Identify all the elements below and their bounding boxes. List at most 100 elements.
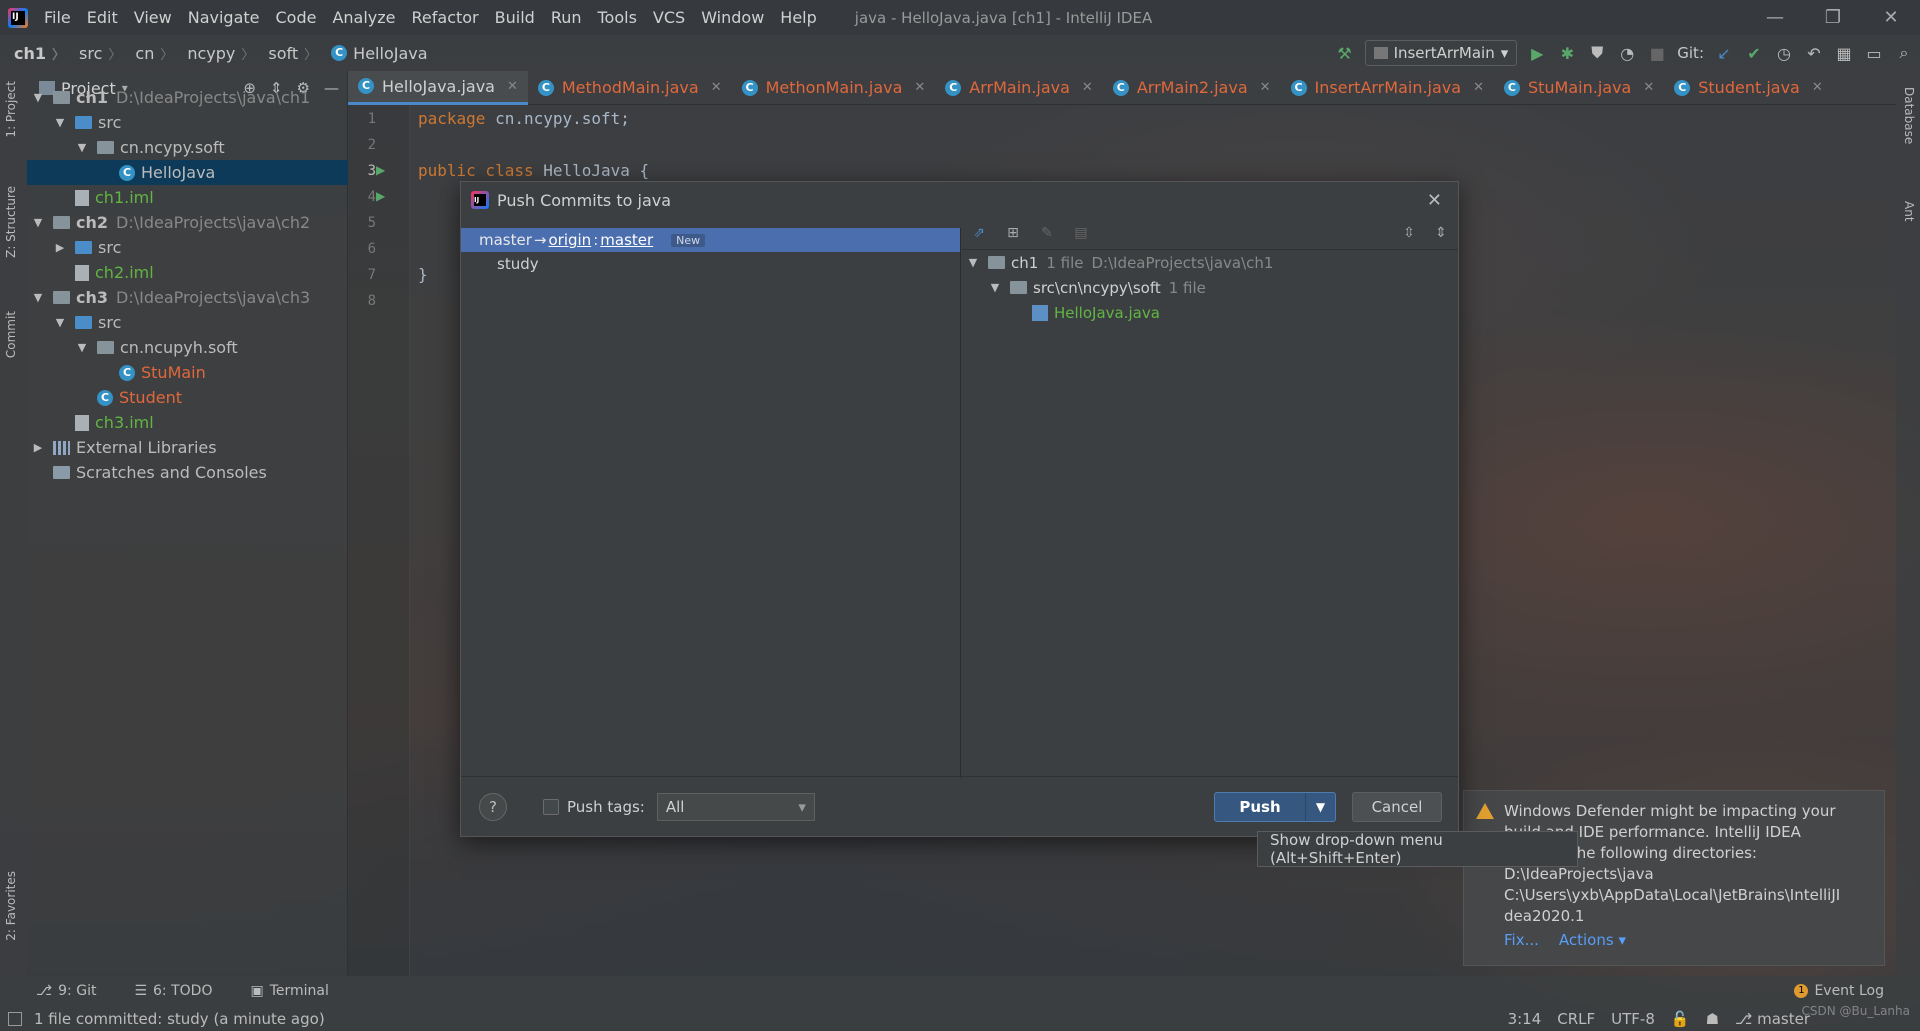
tree-item[interactable]: ch2.iml [27, 260, 348, 285]
run-icon[interactable]: ▶ [1527, 43, 1547, 63]
expand-arrow-icon[interactable]: ▼ [31, 291, 45, 304]
expand-arrow-icon[interactable]: ▼ [75, 141, 89, 154]
push-tags-checkbox[interactable] [543, 798, 559, 815]
tree-item[interactable]: ▼ ch1 D:\IdeaProjects\java\ch1 [27, 85, 348, 110]
cancel-button[interactable]: Cancel [1352, 792, 1442, 822]
commit-row[interactable]: study [461, 252, 960, 276]
close-tab-icon[interactable]: ✕ [711, 80, 722, 95]
close-tab-icon[interactable]: ✕ [1812, 80, 1823, 95]
changes-root-row[interactable]: ▼ ch1 1 file D:\IdeaProjects\java\ch1 [962, 250, 1458, 275]
menu-file[interactable]: File [40, 8, 79, 27]
expand-arrow-icon[interactable]: ▶ [31, 441, 45, 454]
git-branch-widget[interactable]: ⎇ master [1735, 1010, 1810, 1028]
editor-tab[interactable]: C MethodMain.java ✕ [528, 71, 732, 105]
actions-link[interactable]: Actions ▾ [1559, 930, 1626, 951]
caret-position[interactable]: 3:14 [1508, 1010, 1542, 1028]
build-hammer-icon[interactable]: ⚒ [1335, 43, 1355, 63]
expand-arrow-icon[interactable]: ▼ [31, 216, 45, 229]
group-by-icon[interactable]: ⊞ [1004, 224, 1022, 242]
pin-icon[interactable]: ⇗ [970, 224, 988, 242]
tool-tab-commit[interactable]: Commit [4, 311, 18, 358]
run-gutter-icon[interactable]: ▶ [376, 189, 385, 203]
expand-arrow-icon[interactable]: ▼ [988, 281, 1002, 294]
lock-icon[interactable]: 🔓 [1671, 1010, 1690, 1028]
git-tool-button[interactable]: ⎇ 9: Git [24, 983, 108, 999]
expand-arrow-icon[interactable]: ▼ [75, 341, 89, 354]
editor-tab[interactable]: C ArrMain2.java ✕ [1103, 71, 1281, 105]
breadcrumb-hellojava[interactable]: C HelloJava [317, 44, 428, 63]
project-structure-icon[interactable]: ▦ [1834, 43, 1854, 63]
tool-tab-ant[interactable]: Ant [1902, 201, 1916, 222]
menu-view[interactable]: View [126, 8, 180, 27]
tree-item[interactable]: C HelloJava [27, 160, 348, 185]
close-tab-icon[interactable]: ✕ [914, 80, 925, 95]
close-icon[interactable]: ✕ [1427, 190, 1442, 211]
fix-link[interactable]: Fix... [1504, 930, 1539, 951]
changes-file-row[interactable]: HelloJava.java [962, 300, 1458, 325]
expand-arrow-icon[interactable]: ▼ [966, 256, 980, 269]
tool-tab-database[interactable]: Database [1902, 87, 1916, 144]
help-button[interactable]: ? [479, 792, 507, 821]
tree-item[interactable]: Scratches and Consoles [27, 460, 348, 485]
run-gutter-icon[interactable]: ▶ [376, 163, 385, 177]
event-log-button[interactable]: 1 Event Log [1794, 983, 1884, 999]
changes-folder-row[interactable]: ▼ src\cn\ncypy\soft 1 file [962, 275, 1458, 300]
editor-tab[interactable]: C ArrMain.java ✕ [935, 71, 1103, 105]
remote-branch-link[interactable]: master [600, 231, 653, 249]
menu-analyze[interactable]: Analyze [324, 8, 403, 27]
remote-link[interactable]: origin [548, 231, 591, 249]
expand-all-icon[interactable]: ⇳ [1400, 224, 1418, 242]
breadcrumb-src[interactable]: src 〉 [65, 44, 121, 63]
minimize-icon[interactable]: — [1746, 0, 1804, 35]
edit-icon[interactable]: ✎ [1038, 224, 1056, 242]
menu-tools[interactable]: Tools [590, 8, 645, 27]
push-dropdown-icon[interactable]: ▼ [1305, 793, 1335, 821]
menu-build[interactable]: Build [487, 8, 543, 27]
tree-item[interactable]: ch1.iml [27, 185, 348, 210]
status-toggle-icon[interactable] [8, 1011, 22, 1026]
diff-icon[interactable]: ▤ [1072, 224, 1090, 242]
restore-icon[interactable]: ❐ [1804, 0, 1862, 35]
line-separator[interactable]: CRLF [1557, 1010, 1595, 1028]
close-tab-icon[interactable]: ✕ [1473, 80, 1484, 95]
expand-arrow-icon[interactable]: ▼ [53, 116, 67, 129]
close-window-icon[interactable]: ✕ [1862, 0, 1920, 35]
inspector-icon[interactable]: ☗ [1706, 1010, 1719, 1028]
branch-row[interactable]: master → origin : master New [461, 228, 960, 252]
push-button[interactable]: Push [1215, 793, 1305, 821]
breadcrumb-ch1[interactable]: ch1 〉 [0, 44, 65, 63]
menu-help[interactable]: Help [772, 8, 824, 27]
editor-tab[interactable]: C Student.java ✕ [1664, 71, 1833, 105]
expand-arrow-icon[interactable]: ▼ [53, 316, 67, 329]
tree-item[interactable]: ▶ External Libraries [27, 435, 348, 460]
menu-navigate[interactable]: Navigate [180, 8, 268, 27]
git-commit-icon[interactable]: ✔ [1744, 43, 1764, 63]
tool-tab-favorites[interactable]: 2: Favorites [4, 871, 18, 941]
tool-tab-project[interactable]: 1: Project [4, 81, 18, 138]
presentation-icon[interactable]: ▭ [1864, 43, 1884, 63]
profile-icon[interactable]: ◔ [1617, 43, 1637, 63]
collapse-all-icon[interactable]: ⇕ [1432, 224, 1450, 242]
tree-item[interactable]: ▶ src [27, 235, 348, 260]
breadcrumb-ncypy[interactable]: ncypy 〉 [173, 44, 254, 63]
tree-item[interactable]: ▼ cn.ncypy.soft [27, 135, 348, 160]
git-history-icon[interactable]: ◷ [1774, 43, 1794, 63]
editor-tab[interactable]: C HelloJava.java ✕ [348, 70, 528, 105]
run-config-select[interactable]: InsertArrMain ▾ [1364, 40, 1518, 66]
tree-item[interactable]: C StuMain [27, 360, 348, 385]
menu-code[interactable]: Code [268, 8, 325, 27]
tree-item[interactable]: ▼ src [27, 110, 348, 135]
editor-tab[interactable]: C StuMain.java ✕ [1494, 71, 1664, 105]
git-rollback-icon[interactable]: ↶ [1804, 43, 1824, 63]
menu-vcs[interactable]: VCS [645, 8, 693, 27]
menu-run[interactable]: Run [543, 8, 590, 27]
close-tab-icon[interactable]: ✕ [507, 79, 518, 94]
tool-tab-structure[interactable]: Z: Structure [4, 186, 18, 258]
stop-icon[interactable]: ■ [1647, 43, 1667, 63]
close-tab-icon[interactable]: ✕ [1082, 80, 1093, 95]
file-encoding[interactable]: UTF-8 [1611, 1010, 1655, 1028]
git-update-icon[interactable]: ↙ [1714, 43, 1734, 63]
tree-item[interactable]: ▼ src [27, 310, 348, 335]
breadcrumb-cn[interactable]: cn 〉 [121, 44, 173, 63]
tree-item[interactable]: ▼ ch2 D:\IdeaProjects\java\ch2 [27, 210, 348, 235]
